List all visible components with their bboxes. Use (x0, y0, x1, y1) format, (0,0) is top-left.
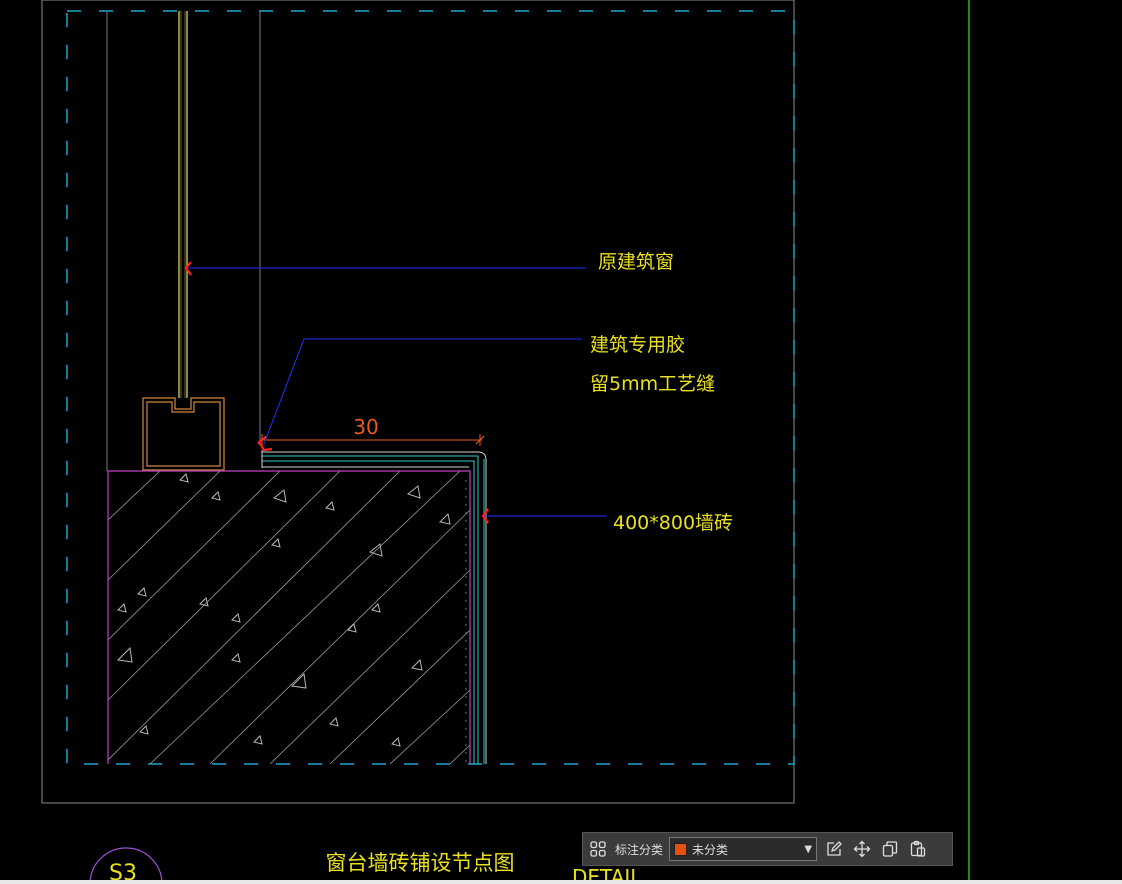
window-frame (178, 11, 188, 398)
cad-drawing-canvas[interactable]: 30 原建筑窗 建筑专用胶 留5mm工艺缝 400*800墙砖 S3 窗台墙砖铺… (0, 0, 1122, 884)
drawing-title: 窗台墙砖铺设节点图 (326, 851, 515, 875)
move-icon[interactable] (851, 838, 873, 860)
category-select-value: 未分类 (692, 842, 729, 857)
bottom-status-strip (0, 880, 1122, 884)
dimension-text: 30 (353, 415, 378, 439)
leader-window (184, 261, 586, 276)
category-select[interactable]: 未分类 ▼ (669, 837, 818, 861)
label-adhesive: 建筑专用胶 (590, 334, 685, 356)
paste-icon[interactable] (907, 838, 929, 860)
leader-tile (481, 508, 607, 524)
group-icon[interactable] (587, 838, 609, 860)
annotation-toolbar: 标注分类 未分类 ▼ (582, 832, 953, 866)
label-gap: 留5mm工艺缝 (590, 373, 715, 395)
concrete-block (107, 470, 471, 764)
category-color-swatch (674, 842, 688, 856)
label-tile: 400*800墙砖 (613, 512, 733, 534)
label-original-window: 原建筑窗 (598, 251, 674, 273)
category-label: 标注分类 (615, 842, 664, 857)
leader-adhesive (257, 338, 582, 452)
window-sill-profile (142, 397, 225, 471)
copy-icon[interactable] (879, 838, 901, 860)
edit-icon[interactable] (823, 838, 845, 860)
chevron-down-icon: ▼ (804, 843, 813, 855)
